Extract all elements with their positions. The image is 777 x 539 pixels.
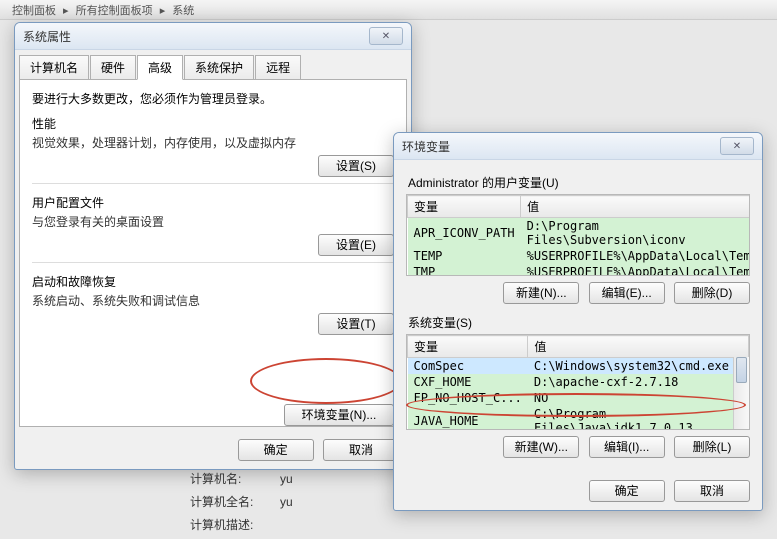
user-profile-section: 用户配置文件 与您登录有关的桌面设置 设置(E) bbox=[32, 194, 394, 263]
table-row[interactable]: FP_NO_HOST_C...NO bbox=[408, 390, 749, 406]
col-value[interactable]: 值 bbox=[521, 196, 750, 218]
col-variable[interactable]: 变量 bbox=[408, 336, 528, 358]
col-value[interactable]: 值 bbox=[528, 336, 749, 358]
table-row[interactable]: JAVA_HOMEC:\Program Files\Java\jdk1.7.0.… bbox=[408, 406, 749, 430]
table-row[interactable]: APR_ICONV_PATHD:\Program Files\Subversio… bbox=[408, 218, 751, 249]
env-ok-button[interactable]: 确定 bbox=[589, 480, 665, 502]
user-vars-buttons: 新建(N)... 编辑(E)... 删除(D) bbox=[406, 282, 750, 304]
delete-user-var-button[interactable]: 删除(D) bbox=[674, 282, 750, 304]
system-properties-dialog: 系统属性 ✕ 计算机名 硬件 高级 系统保护 远程 要进行大多数更改，您必须作为… bbox=[14, 22, 412, 470]
breadcrumb: 控制面板 ▸ 所有控制面板项 ▸ 系统 bbox=[0, 0, 777, 20]
user-vars-label: Administrator 的用户变量(U) bbox=[408, 174, 748, 191]
sysprop-button-row: 确定 取消 bbox=[15, 431, 411, 469]
info-full-name-label: 计算机全名: bbox=[190, 493, 280, 510]
system-info-rows: 计算机名:yu 计算机全名:yu 计算机描述: bbox=[190, 470, 293, 539]
sys-vars-table[interactable]: 变量值 ComSpecC:\Windows\system32\cmd.exe C… bbox=[407, 335, 749, 430]
table-row[interactable]: TEMP%USERPROFILE%\AppData\Local\Temp bbox=[408, 248, 751, 264]
close-icon[interactable]: ✕ bbox=[369, 27, 403, 45]
startup-settings-button[interactable]: 设置(T) bbox=[318, 313, 394, 335]
bc-system[interactable]: 系统 bbox=[172, 5, 194, 17]
performance-desc: 视觉效果，处理器计划，内存使用，以及虚拟内存 bbox=[32, 134, 394, 151]
user-vars-table-wrap: 变量值 APR_ICONV_PATHD:\Program Files\Subve… bbox=[406, 194, 750, 276]
user-vars-table[interactable]: 变量值 APR_ICONV_PATHD:\Program Files\Subve… bbox=[407, 195, 750, 276]
tab-remote[interactable]: 远程 bbox=[255, 55, 301, 80]
new-sys-var-button[interactable]: 新建(W)... bbox=[503, 436, 579, 458]
info-full-name-value: yu bbox=[280, 495, 293, 509]
sysprop-tab-content: 要进行大多数更改，您必须作为管理员登录。 性能 视觉效果，处理器计划，内存使用，… bbox=[19, 79, 407, 427]
sysprop-ok-button[interactable]: 确定 bbox=[238, 439, 314, 461]
info-computer-name-value: yu bbox=[280, 472, 293, 486]
sysprop-cancel-button[interactable]: 取消 bbox=[323, 439, 399, 461]
sys-vars-buttons: 新建(W)... 编辑(I)... 删除(L) bbox=[406, 436, 750, 458]
info-computer-name-label: 计算机名: bbox=[190, 470, 280, 487]
table-row[interactable]: ComSpecC:\Windows\system32\cmd.exe bbox=[408, 358, 749, 375]
bc-control-panel[interactable]: 控制面板 bbox=[12, 5, 56, 17]
table-row[interactable]: TMP%USERPROFILE%\AppData\Local\Temp bbox=[408, 264, 751, 276]
scrollbar-thumb[interactable] bbox=[736, 357, 747, 383]
env-cancel-button[interactable]: 取消 bbox=[674, 480, 750, 502]
sys-vars-label: 系统变量(S) bbox=[408, 314, 748, 331]
tab-computer-name[interactable]: 计算机名 bbox=[19, 55, 89, 80]
startup-label: 启动和故障恢复 bbox=[32, 273, 394, 290]
environment-variables-button[interactable]: 环境变量(N)... bbox=[284, 404, 394, 426]
performance-section: 性能 视觉效果，处理器计划，内存使用，以及虚拟内存 设置(S) bbox=[32, 115, 394, 184]
edit-sys-var-button[interactable]: 编辑(I)... bbox=[589, 436, 665, 458]
env-titlebar[interactable]: 环境变量 ✕ bbox=[394, 133, 762, 160]
user-profile-desc: 与您登录有关的桌面设置 bbox=[32, 213, 394, 230]
sysprop-title: 系统属性 bbox=[23, 28, 71, 45]
performance-settings-button[interactable]: 设置(S) bbox=[318, 155, 394, 177]
new-user-var-button[interactable]: 新建(N)... bbox=[503, 282, 579, 304]
user-profile-label: 用户配置文件 bbox=[32, 194, 394, 211]
startup-desc: 系统启动、系统失败和调试信息 bbox=[32, 292, 394, 309]
env-title: 环境变量 bbox=[402, 138, 450, 155]
col-variable[interactable]: 变量 bbox=[408, 196, 521, 218]
tab-system-protection[interactable]: 系统保护 bbox=[184, 55, 254, 80]
close-icon[interactable]: ✕ bbox=[720, 137, 754, 155]
sysprop-tabs: 计算机名 硬件 高级 系统保护 远程 bbox=[15, 50, 411, 79]
sys-vars-scrollbar[interactable] bbox=[733, 357, 749, 429]
delete-sys-var-button[interactable]: 删除(L) bbox=[674, 436, 750, 458]
table-row-cxf-home[interactable]: CXF_HOMED:\apache-cxf-2.7.18 bbox=[408, 374, 749, 390]
sys-vars-table-wrap: 变量值 ComSpecC:\Windows\system32\cmd.exe C… bbox=[406, 334, 750, 430]
info-description-label: 计算机描述: bbox=[190, 516, 280, 533]
edit-user-var-button[interactable]: 编辑(E)... bbox=[589, 282, 665, 304]
performance-label: 性能 bbox=[32, 115, 394, 132]
tab-hardware[interactable]: 硬件 bbox=[90, 55, 136, 80]
bc-all-items[interactable]: 所有控制面板项 bbox=[76, 5, 153, 17]
admin-notice: 要进行大多数更改，您必须作为管理员登录。 bbox=[32, 90, 394, 107]
user-profile-settings-button[interactable]: 设置(E) bbox=[318, 234, 394, 256]
env-button-row: 确定 取消 bbox=[394, 472, 762, 510]
startup-section: 启动和故障恢复 系统启动、系统失败和调试信息 设置(T) bbox=[32, 273, 394, 341]
environment-variables-dialog: 环境变量 ✕ Administrator 的用户变量(U) 变量值 APR_IC… bbox=[393, 132, 763, 511]
tab-advanced[interactable]: 高级 bbox=[137, 55, 183, 80]
sysprop-titlebar[interactable]: 系统属性 ✕ bbox=[15, 23, 411, 50]
